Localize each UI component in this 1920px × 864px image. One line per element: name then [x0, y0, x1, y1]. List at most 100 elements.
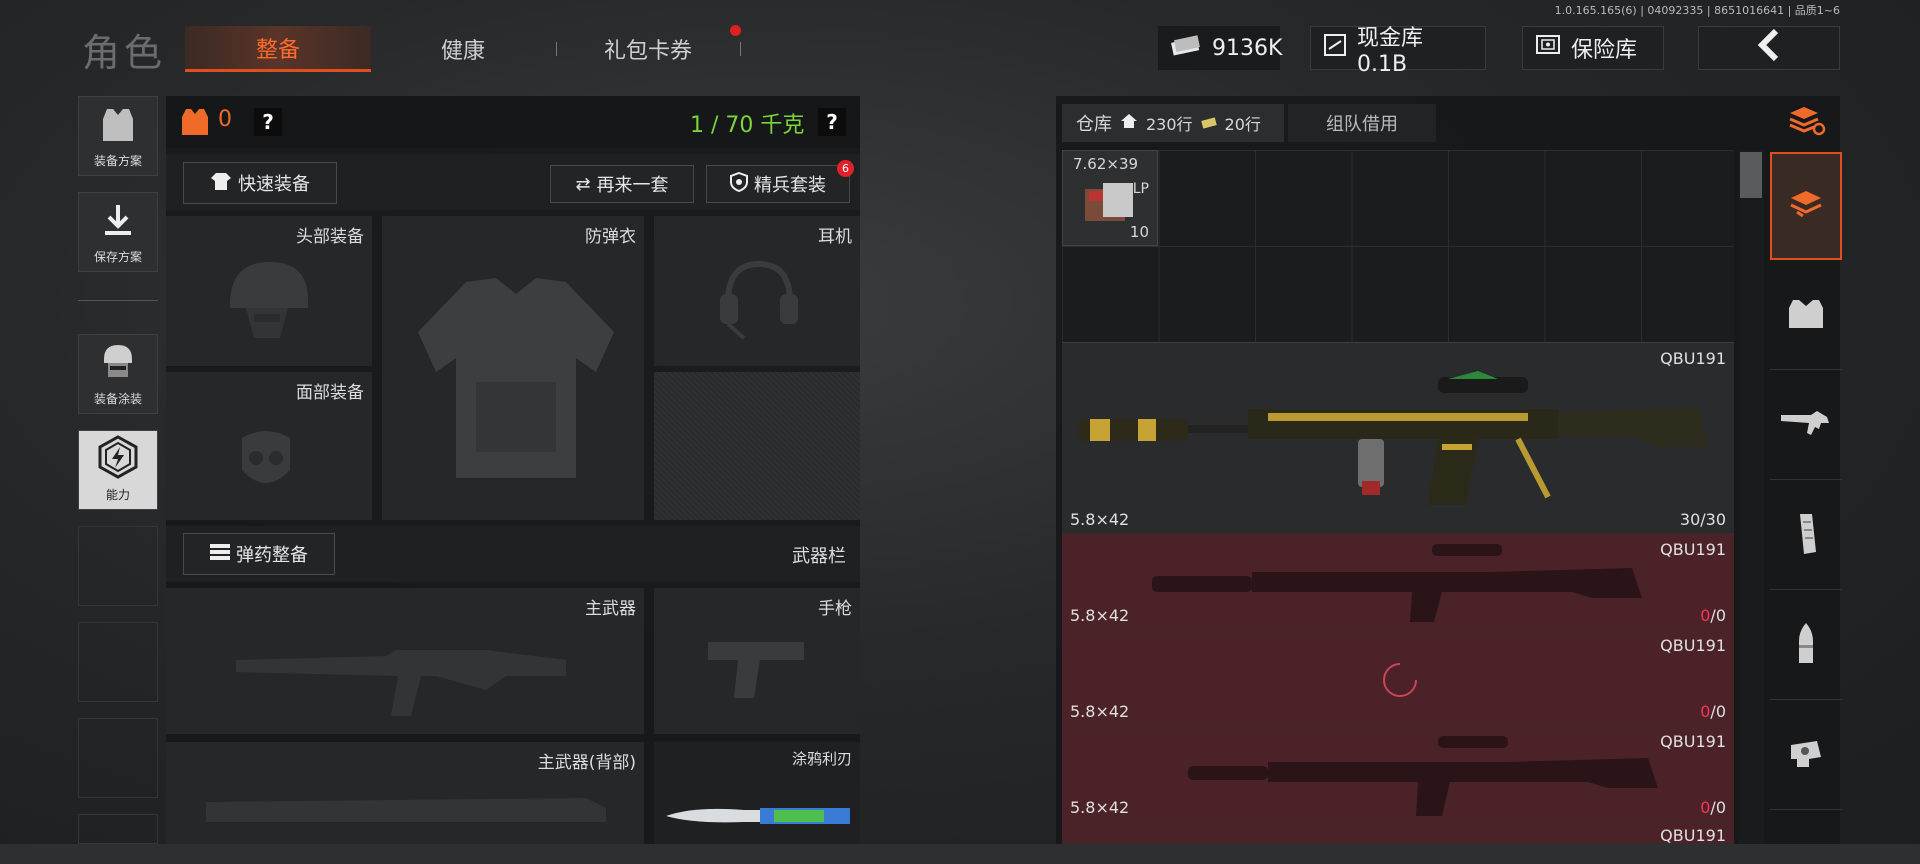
slot-face[interactable]: 面部装备 [166, 372, 372, 520]
category-armor[interactable] [1770, 262, 1842, 370]
ticket-rows: 20行 [1224, 115, 1261, 134]
weapon-ammo: 0/0 [1700, 798, 1726, 817]
armor-help-button[interactable]: ? [254, 108, 282, 136]
warehouse-weapon-row[interactable]: QBU191 5.8×42 0/0 [1062, 534, 1734, 630]
qbu191-rifle-image [1078, 357, 1718, 511]
version-info: 1.0.165.165(6) | 04092335 | 8651016641 |… [1554, 4, 1840, 17]
ammo-max: /30 [1700, 510, 1726, 529]
sidebar-item-loadout-plans[interactable]: 装备方案 [78, 96, 158, 176]
loading-spinner-icon [1380, 660, 1420, 704]
weight-display: 1 / 70 千克 [690, 113, 805, 138]
slot-label: 涂鸦利刃 [791, 750, 852, 768]
warehouse-grid [1062, 150, 1734, 342]
sidebar-item-skins[interactable]: 装备涂装 [78, 334, 158, 414]
sort-refresh-button[interactable] [1770, 96, 1842, 150]
rifle-silhouette-icon [236, 620, 576, 724]
layers-refresh-icon [1786, 105, 1826, 141]
vault-icon [1323, 33, 1347, 63]
mask-icon [226, 420, 306, 504]
layers-icon [1789, 188, 1823, 224]
slot-primary-weapon[interactable]: 主武器 [166, 588, 644, 734]
download-icon [101, 203, 135, 242]
team-borrow-tab[interactable]: 组队借用 [1288, 104, 1436, 142]
sidebar-empty-slot [78, 622, 158, 702]
slot-label: 面部装备 [296, 383, 364, 403]
quick-equip-label: 快速装备 [238, 174, 310, 195]
slot-label: 手枪 [818, 599, 852, 619]
ammo-item-7-62[interactable]: 7.62×39 LP 10 [1062, 150, 1158, 246]
elite-set-badge: 6 [837, 160, 854, 177]
elite-set-button[interactable]: 精兵套装 [706, 165, 850, 203]
lightning-hex-icon [97, 435, 139, 482]
ammo-current: 0 [1700, 606, 1711, 625]
home-icon [1120, 113, 1138, 134]
category-ammo[interactable] [1770, 592, 1842, 700]
warehouse-scrollbar[interactable] [1738, 150, 1764, 844]
slot-label: 耳机 [818, 227, 852, 247]
knife-icon [664, 800, 854, 834]
equip-again-button[interactable]: ⇄ 再来一套 [550, 165, 694, 203]
sidebar-empty-slot [78, 526, 158, 606]
category-weapons[interactable] [1770, 372, 1842, 480]
category-magazines[interactable] [1770, 482, 1842, 590]
weight-help-button[interactable]: ? [818, 108, 846, 136]
back-button[interactable] [1698, 26, 1840, 70]
slot-empty [654, 372, 860, 520]
weapon-name: QBU191 [1660, 826, 1726, 844]
weapon-name: QBU191 [1660, 636, 1726, 655]
helmet-icon [218, 254, 318, 348]
slot-head[interactable]: 头部装备 [166, 216, 372, 366]
weapon-caliber: 5.8×42 [1070, 702, 1130, 721]
safe-button[interactable]: 保险库 [1522, 26, 1664, 70]
slot-headset[interactable]: 耳机 [654, 216, 860, 366]
slot-pistol[interactable]: 手枪 [654, 588, 860, 734]
warehouse-weapon-row[interactable]: QBU191 5.8×42 30/30 [1062, 342, 1734, 534]
bullet-icon [1793, 621, 1819, 671]
refresh-icon: ⇄ [575, 173, 591, 195]
slot-primary-weapon-back[interactable]: 主武器(背部) [166, 742, 644, 844]
cash-vault-label: 现金库 0.1B [1357, 25, 1424, 77]
warehouse-tab[interactable]: 仓库 230行 20行 [1062, 104, 1284, 142]
scrollbar-thumb[interactable] [1740, 152, 1762, 198]
category-attachments[interactable] [1770, 702, 1842, 810]
ammo-tag: LP [1132, 181, 1149, 197]
sidebar-item-label: 保存方案 [93, 250, 142, 264]
ammo-equip-button[interactable]: 弹药整备 [183, 533, 335, 575]
ammo-current: 30 [1679, 510, 1701, 529]
ammo-current: 0 [1700, 702, 1711, 721]
loadout-header: 0 ? 1 / 70 千克 ? [166, 96, 860, 148]
weapon-ammo: 0/0 [1700, 606, 1726, 625]
cash-vault-button[interactable]: 现金库 0.1B [1310, 26, 1486, 77]
tab-gift-coupons[interactable]: 礼包卡券 [555, 26, 741, 72]
category-all[interactable] [1770, 152, 1842, 260]
weapon-caliber: 5.8×42 [1070, 798, 1130, 817]
currency-display: 9136K [1158, 26, 1282, 70]
sidebar-item-label: 装备方案 [93, 154, 142, 168]
vest-icon [99, 105, 137, 148]
weapon-name: QBU191 [1660, 732, 1726, 751]
tab-health[interactable]: 健康 [370, 26, 556, 72]
tab-equipment[interactable]: 整备 [185, 26, 371, 72]
armor-icon [1787, 296, 1825, 336]
warehouse-label: 仓库 [1076, 114, 1112, 135]
slot-melee[interactable]: 涂鸦利刃 [654, 742, 860, 844]
weapon-name: QBU191 [1660, 540, 1726, 559]
weapon-caliber: 5.8×42 [1070, 510, 1130, 529]
rifle-silhouette-icon [206, 788, 606, 848]
sidebar-empty-slot [78, 718, 158, 798]
slot-vest[interactable]: 防弹衣 [382, 216, 644, 520]
quick-equip-button[interactable]: 快速装备 [183, 162, 337, 204]
weapon-caliber: 5.8×42 [1070, 606, 1130, 625]
weapon-ammo: 30/30 [1680, 510, 1726, 529]
slot-label: 主武器(背部) [537, 753, 636, 773]
safe-icon [1535, 33, 1561, 63]
warehouse-weapon-row[interactable]: QBU191 5.8×42 0/0 [1062, 630, 1734, 726]
sidebar-item-ability[interactable]: 能力 [78, 430, 158, 510]
sidebar-empty-slot [78, 814, 158, 844]
sidebar-item-save-plan[interactable]: 保存方案 [78, 192, 158, 272]
shirt-icon [210, 171, 232, 196]
warehouse-weapon-row[interactable]: QBU191 [1062, 822, 1734, 844]
warehouse-weapon-row[interactable]: QBU191 5.8×42 0/0 [1062, 726, 1734, 822]
home-rows: 230行 [1146, 115, 1193, 134]
tab-divider [740, 42, 741, 56]
